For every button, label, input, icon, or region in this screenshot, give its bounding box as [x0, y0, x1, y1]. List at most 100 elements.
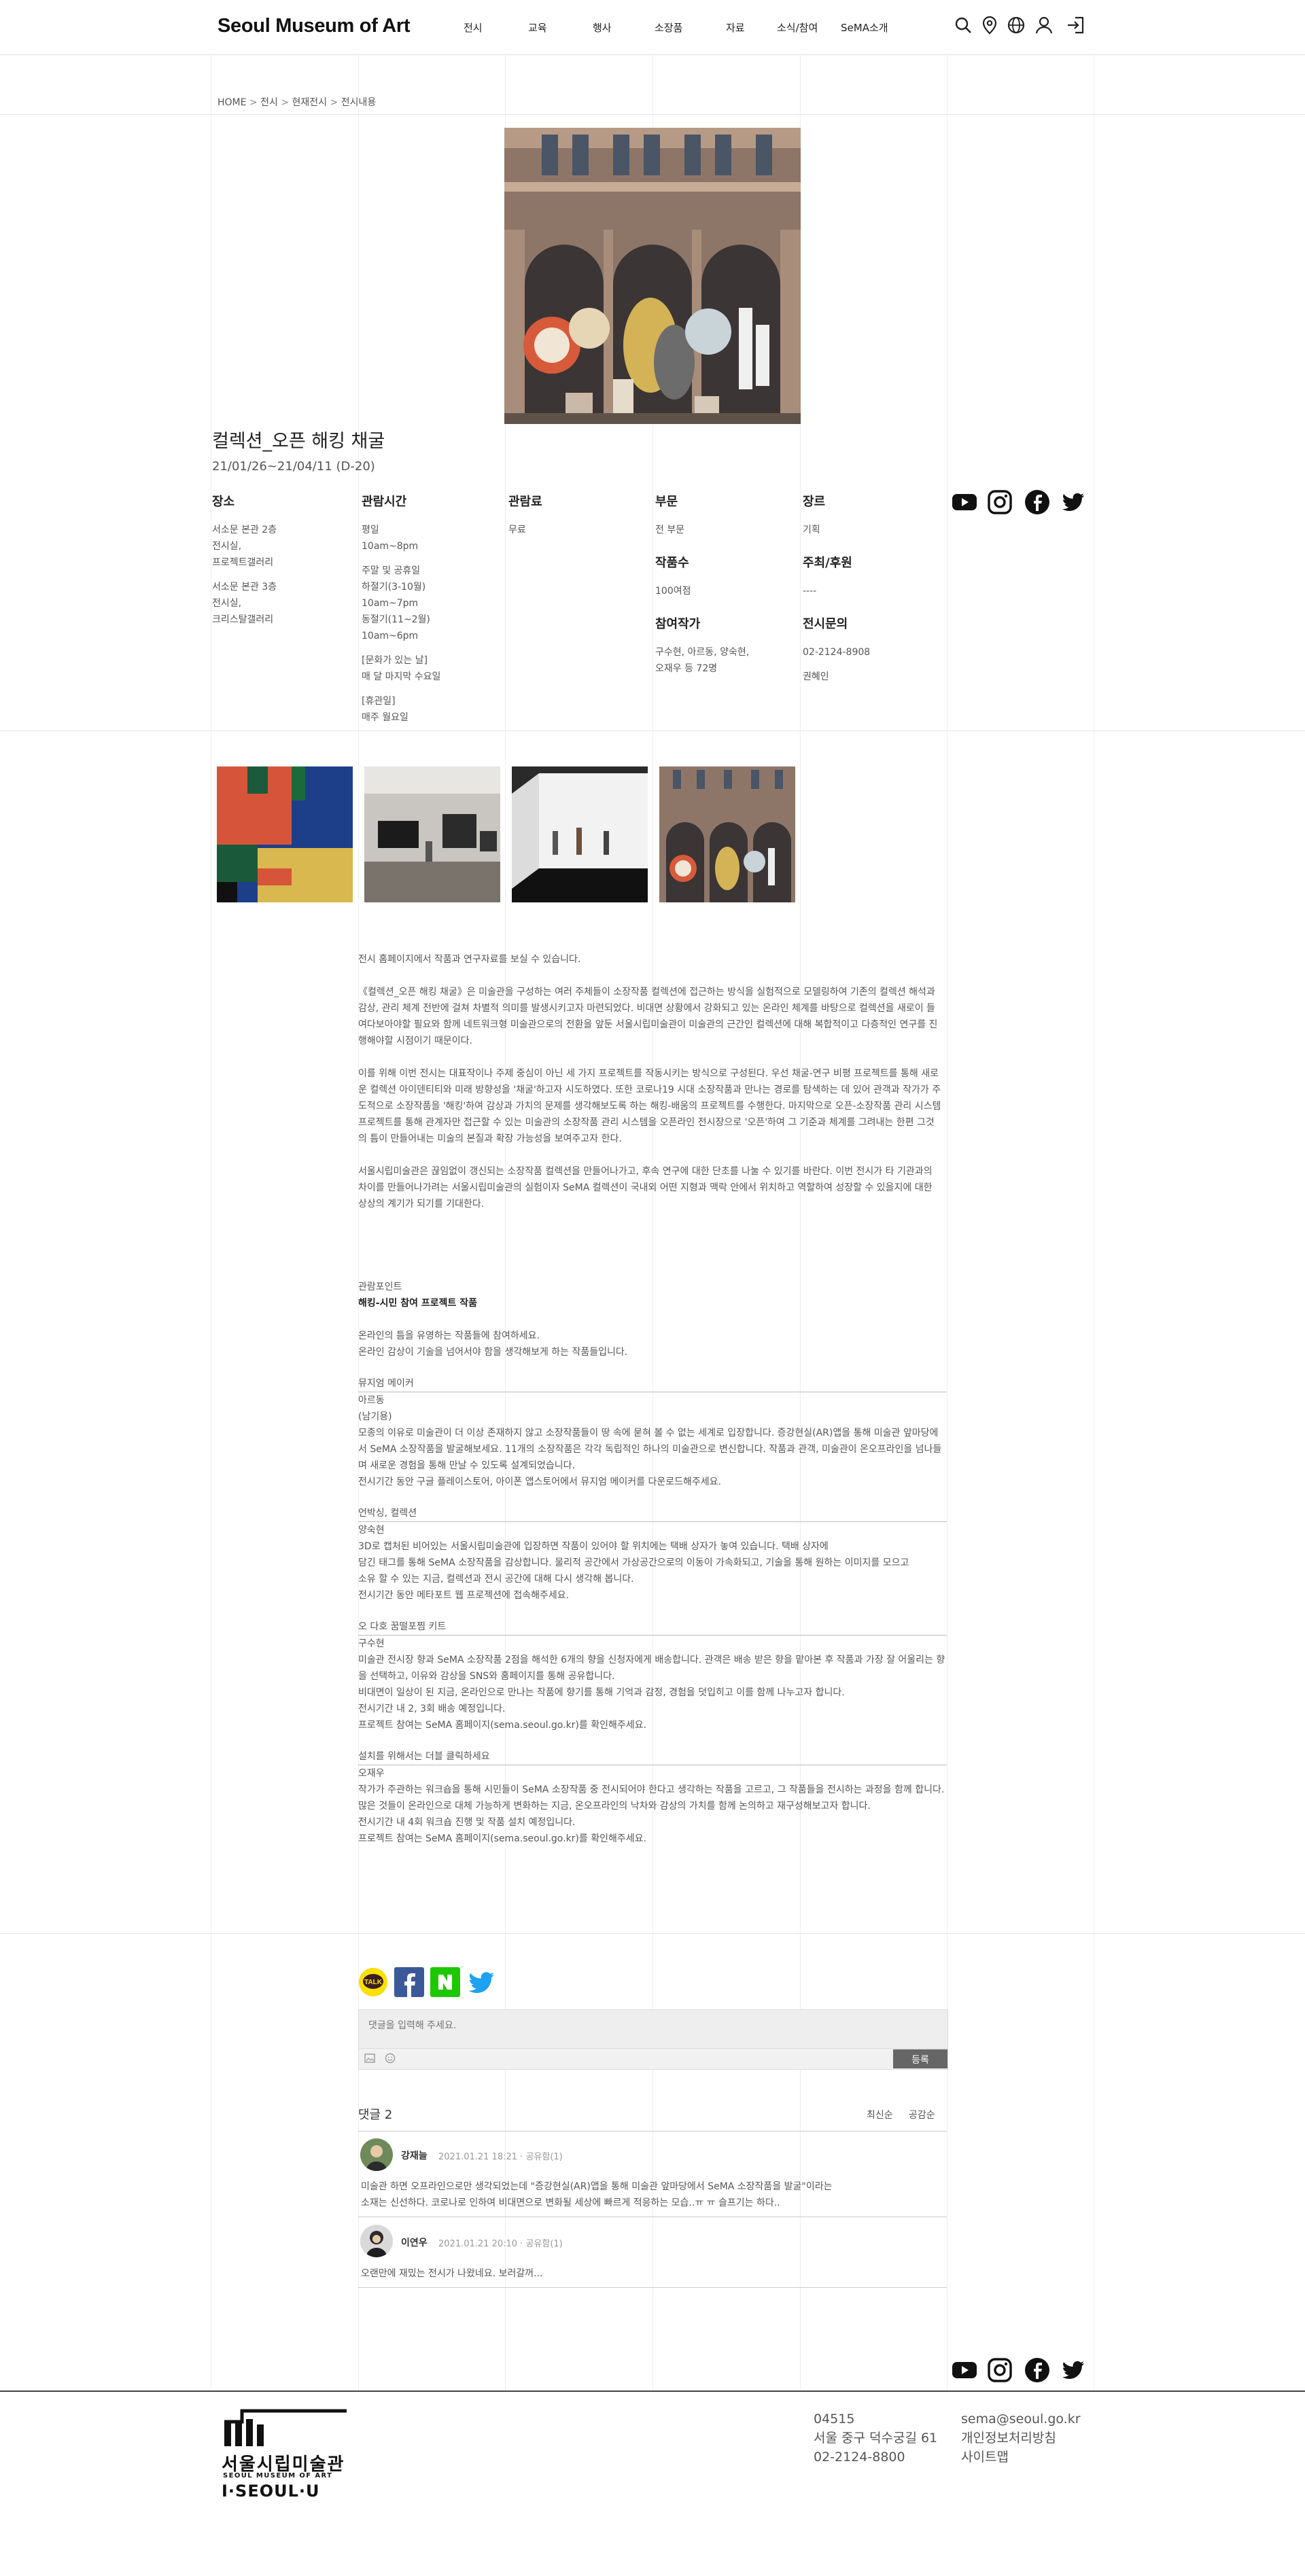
venue-line: 전시실,: [212, 598, 242, 609]
sort-likes-button[interactable]: 공감순: [909, 2108, 935, 2121]
breadcrumb-item[interactable]: 전시: [260, 97, 278, 108]
host-value: ----: [803, 586, 817, 597]
twitter-icon[interactable]: [466, 1967, 496, 1997]
facebook-icon[interactable]: [394, 1967, 424, 1997]
contact-person: 권혜인: [803, 671, 829, 682]
venue-line: 프로젝트갤러리: [212, 557, 274, 568]
divider: [0, 1933, 1305, 1934]
footer-privacy-link[interactable]: 개인정보처리방침: [961, 2429, 1056, 2448]
twitter-icon[interactable]: [1060, 489, 1086, 515]
image-attach-icon[interactable]: [364, 2053, 375, 2064]
hours-line: 매 달 마지막 수요일: [362, 671, 441, 682]
footer-logo-en: SEOUL MUSEUM OF ART: [223, 2472, 333, 2480]
comment-divider: [358, 2131, 947, 2132]
comment-box: [358, 2009, 948, 2049]
hours-line: 평일: [362, 525, 379, 535]
comment-text: 미술관 하면 오프라인으로만 생각되었는데 "증강현실(AR)앱을 통해 미술관…: [361, 2178, 932, 2211]
hours-line: 매주 월요일: [362, 712, 408, 723]
site-header: Seoul Museum of Art 전시 교육 행사 소장품 자료 소식/참…: [0, 0, 1305, 55]
description-paragraph: 《컬렉션_오픈 해킹 채굴》은 미술관을 구성하는 여러 주체들이 소장작품 컬…: [358, 987, 938, 1046]
nav-exhibition[interactable]: 전시: [464, 20, 483, 35]
footer-email[interactable]: sema@seoul.go.kr: [961, 2410, 1081, 2429]
info-venue: 장소 서소문 본관 2층 전시실, 프로젝트갤러리 서소문 본관 3층 전시실,…: [212, 492, 348, 628]
viewing-points: 관람포인트 해킹-시민 참여 프로젝트 작품 온라인의 틈을 유영하는 작품들에…: [358, 1279, 947, 1847]
site-footer: 서울시립미술관 SEOUL MUSEUM OF ART I·SEOUL·U 04…: [0, 2390, 1305, 2576]
nav-news[interactable]: 소식/참여: [777, 20, 818, 35]
info-genre: 장르 기획 주최/후원 ---- 전시문의 02-2124-8908 권혜인: [803, 492, 939, 685]
genre-value: 기획: [803, 525, 820, 535]
nav-events[interactable]: 행사: [593, 20, 612, 35]
breadcrumb-separator: >: [330, 97, 338, 108]
breadcrumb-separator: >: [281, 97, 290, 108]
youtube-icon[interactable]: [952, 2357, 977, 2383]
youtube-icon[interactable]: [952, 489, 977, 515]
location-icon[interactable]: [979, 15, 1000, 35]
hours-heading: 관람시간: [362, 495, 407, 509]
sort-latest-button[interactable]: 최신순: [867, 2108, 893, 2121]
footer-sitemap-link[interactable]: 사이트맵: [961, 2448, 1009, 2467]
section-heading: 설치를 위해서는 더블 클릭하세요: [358, 1748, 947, 1765]
login-icon[interactable]: [1066, 15, 1086, 35]
section-line: 비대면이 일상이 된 지금, 온라인으로 만나는 작품에 향기를 통해 기억과 …: [358, 1687, 845, 1698]
description-paragraph: 서울시립미술관은 끊임없이 갱신되는 소장작품 컬렉션을 만들어나가고, 후속 …: [358, 1166, 933, 1210]
instagram-icon[interactable]: [987, 2357, 1013, 2383]
facebook-icon[interactable]: [1024, 2357, 1050, 2383]
section-heading: 오 다호 꿈떨포찜 키트: [358, 1619, 947, 1636]
nav-archive[interactable]: 자료: [726, 20, 745, 35]
comment-input[interactable]: [367, 2019, 941, 2032]
hours-line: 10am~8pm: [362, 541, 419, 552]
divider: [0, 114, 1305, 115]
avatar: [360, 2138, 393, 2171]
section-line: 전시기간 동안 메타포트 웹 프로젝션에 접속해주세요.: [358, 1590, 570, 1601]
comment-likes[interactable]: 공유함(1): [525, 2239, 562, 2249]
fee-value: 무료: [508, 525, 526, 535]
svg-text:TALK: TALK: [364, 1979, 383, 1986]
search-icon[interactable]: [953, 15, 973, 35]
description-paragraph: 전시 홈페이지에서 작품과 연구자료를 보실 수 있습니다.: [358, 954, 581, 965]
section-value: 전 부문: [655, 525, 685, 535]
thumbnail-gallery-view[interactable]: [364, 766, 500, 902]
section-line: 소유 할 수 있는 지금, 컬렉션과 전시 공간에 대해 다시 생각해 봅니다.: [358, 1574, 634, 1585]
points-label: 관람포인트: [358, 1282, 402, 1292]
breadcrumb-item: 전시내용: [341, 97, 377, 108]
naver-icon[interactable]: [430, 1967, 460, 1997]
nav-education[interactable]: 교육: [528, 20, 547, 35]
comment-date: 2021.01.21 20:10: [438, 2239, 518, 2249]
breadcrumb-item[interactable]: 현재전시: [292, 97, 328, 108]
twitter-icon[interactable]: [1060, 2357, 1086, 2383]
globe-icon[interactable]: [1006, 15, 1026, 35]
section-line: 모종의 이유로 미술관이 더 이상 존재하지 않고 소장작품들이 땅 속에 묻혀…: [358, 1428, 942, 1471]
section-heading: 부문: [655, 495, 678, 509]
footer-logo[interactable]: 서울시립미술관 SEOUL MUSEUM OF ART I·SEOUL·U: [222, 2407, 351, 2502]
comment-likes[interactable]: 공유함(1): [525, 2152, 562, 2162]
instagram-icon[interactable]: [987, 489, 1013, 515]
comment-text: 오랜만에 재밌는 전시가 나왔네요. 보러갈꺼...: [361, 2265, 932, 2282]
exhibition-description: 전시 홈페이지에서 작품과 연구자료를 보실 수 있습니다. 《컬렉션_오픈 해…: [358, 951, 943, 1229]
breadcrumb: HOME > 전시 > 현재전시 > 전시내용: [218, 95, 376, 109]
emoji-icon[interactable]: [385, 2053, 396, 2064]
kakaotalk-icon[interactable]: TALK: [358, 1967, 388, 1997]
nav-collection[interactable]: 소장품: [655, 20, 682, 35]
facebook-icon[interactable]: [1024, 489, 1050, 515]
section-line: 아르동: [358, 1395, 385, 1406]
site-logo[interactable]: Seoul Museum of Art: [218, 15, 411, 37]
points-intro: 온라인 감상이 기술을 넘어서야 함을 생각해보게 하는 작품들입니다.: [358, 1347, 628, 1358]
breadcrumb-home[interactable]: HOME: [218, 97, 246, 108]
exhibition-title: 컬렉션_오픈 해킹 채굴: [212, 431, 385, 452]
contact-heading: 전시문의: [803, 617, 848, 631]
submit-comment-button[interactable]: 등록: [893, 2049, 947, 2068]
footer-phone: 02-2124-8800: [814, 2450, 905, 2465]
thumbnail-museum-facade[interactable]: [659, 766, 795, 902]
hours-line: 10am~6pm: [362, 631, 419, 641]
section-line: 작가가 주관하는 워크숍을 통해 시민들이 SeMA 소장작품 중 전시되어야 …: [358, 1784, 945, 1795]
nav-about[interactable]: SeMA소개: [841, 20, 888, 35]
thumbnail-artwork[interactable]: [217, 766, 353, 902]
artists-line: 오재우 등 72명: [655, 663, 718, 674]
comment-author: 이연우: [401, 2238, 428, 2248]
info-hours: 관람시간 평일 10am~8pm 주말 및 공휴일 하절기(3-10월) 10a…: [362, 492, 498, 726]
section-line: 프로젝트 참여는 SeMA 홈페이지(sema.seoul.go.kr)를 확인…: [358, 1720, 646, 1731]
user-icon[interactable]: [1034, 15, 1054, 35]
thumbnail-installation-3d[interactable]: [512, 766, 648, 902]
contact-phone: 02-2124-8908: [803, 647, 871, 658]
comment-author: 강재늘: [401, 2151, 428, 2162]
